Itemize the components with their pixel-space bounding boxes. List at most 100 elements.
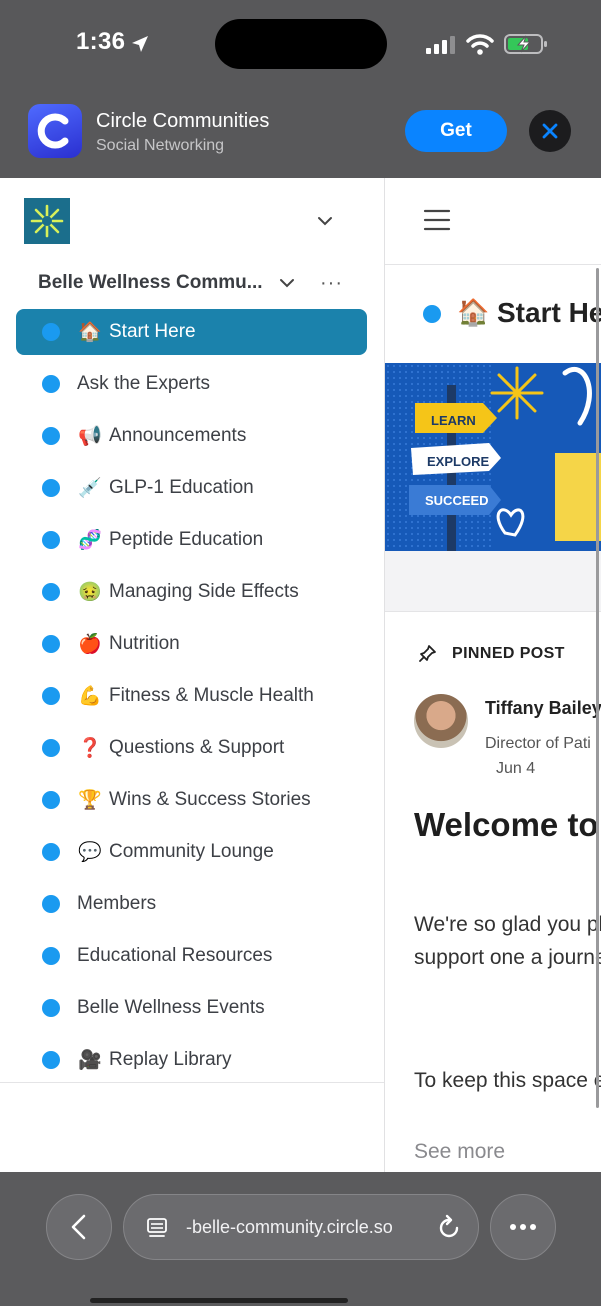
sidebar: Belle Wellness Commu... ··· 🏠 Start Here A…	[0, 178, 384, 1172]
space-emoji-icon: ❓	[78, 737, 102, 759]
space-dot-icon	[42, 635, 60, 653]
circle-c-icon	[37, 113, 69, 149]
sidebar-item-managing-side-effects[interactable]: 🤢 Managing Side Effects	[16, 569, 367, 615]
sidebar-item-label: Ask the Experts	[77, 373, 211, 394]
sidebar-item-community-lounge[interactable]: 💬 Community Lounge	[16, 829, 367, 875]
sidebar-item-members[interactable]: Members	[16, 881, 367, 927]
chevron-left-icon	[71, 1214, 86, 1240]
sidebar-item-replay-library[interactable]: 🎥 Replay Library	[16, 1037, 367, 1083]
post-body-paragraph-1: We're so glad you place to learn, sha an…	[414, 913, 601, 969]
sidebar-item-nutrition[interactable]: 🍎 Nutrition	[16, 621, 367, 667]
space-emoji-icon: 📢	[78, 425, 102, 447]
sign-explore: EXPLORE	[427, 454, 489, 469]
see-more-link[interactable]: See more	[414, 1140, 505, 1164]
status-bar: 1:36	[0, 0, 601, 88]
battery-charging-icon	[504, 34, 547, 54]
community-more-options-icon[interactable]: ···	[320, 272, 343, 295]
dynamic-island	[215, 19, 387, 69]
space-dot-icon	[42, 427, 60, 445]
space-emoji-icon: 🍎	[78, 633, 102, 655]
author-name[interactable]: Tiffany Bailey	[485, 698, 601, 719]
sidebar-item-belle-wellness-events[interactable]: Belle Wellness Events	[16, 985, 367, 1031]
sidebar-item-ask-the-experts[interactable]: Ask the Experts	[16, 361, 367, 407]
space-dot-icon	[42, 947, 60, 965]
pinned-post-label: PINNED POST	[452, 645, 565, 662]
app-store-banner: Circle Communities Social Networking Get	[0, 88, 601, 178]
house-emoji-icon: 🏠	[457, 298, 490, 328]
sign-learn: LEARN	[431, 413, 476, 428]
sidebar-item-label: Managing Side Effects	[109, 581, 299, 602]
close-icon	[542, 123, 558, 139]
space-dot-icon	[42, 739, 60, 757]
sidebar-item-label: Questions & Support	[109, 737, 285, 758]
community-name[interactable]: Belle Wellness Commu...	[38, 272, 263, 294]
sidebar-item-label: Community Lounge	[109, 841, 274, 862]
sidebar-item-wins-success-stories[interactable]: 🏆 Wins & Success Stories	[16, 777, 367, 823]
close-banner-button[interactable]	[529, 110, 571, 152]
space-dot-icon	[42, 583, 60, 601]
browser-toolbar: -belle-community.circle.so	[0, 1172, 601, 1306]
sign-succeed: SUCCEED	[425, 493, 489, 508]
post-title[interactable]: Welcome to Community	[414, 806, 601, 844]
space-dot-icon	[42, 479, 60, 497]
circle-app-icon[interactable]	[28, 104, 82, 158]
community-logo[interactable]	[24, 198, 70, 244]
sidebar-item-peptide-education[interactable]: 🧬 Peptide Education	[16, 517, 367, 563]
cellular-signal-icon	[426, 36, 455, 54]
hero-banner: LEARN EXPLORE SUCCEED	[385, 363, 601, 551]
get-app-button[interactable]: Get	[405, 110, 507, 152]
community-switcher-chevron-icon[interactable]	[316, 214, 334, 228]
post-divider	[385, 611, 601, 612]
app-name: Circle Communities	[96, 110, 270, 132]
space-dot-icon	[42, 1051, 60, 1069]
main-content: 🏠 Start Here LEARN EXPLORE SUCCEED	[384, 178, 601, 1172]
header-divider	[385, 264, 601, 265]
post-body-paragraph-2: To keep this space everyone, please	[414, 1069, 601, 1092]
author-role: Director of Pati	[485, 735, 591, 752]
app-category: Social Networking	[96, 137, 225, 154]
sidebar-item-label: Replay Library	[109, 1049, 232, 1070]
ellipsis-icon	[510, 1224, 536, 1230]
sidebar-item-questions-support[interactable]: ❓ Questions & Support	[16, 725, 367, 771]
sidebar-item-start-here[interactable]: 🏠 Start Here	[16, 309, 367, 355]
space-dot-icon	[42, 375, 60, 393]
sidebar-item-fitness-muscle-health[interactable]: 💪 Fitness & Muscle Health	[16, 673, 367, 719]
sidebar-item-label: Announcements	[109, 425, 247, 446]
url-text[interactable]: -belle-community.circle.so	[186, 1217, 393, 1238]
spaces-nav: 🏠 Start Here Ask the Experts 📢 Announcements…	[16, 309, 367, 1089]
sidebar-item-label: Nutrition	[109, 633, 180, 654]
sunburst-logo-icon	[30, 204, 64, 238]
space-emoji-icon: 🏠	[78, 321, 102, 343]
sidebar-item-label: Belle Wellness Events	[77, 997, 265, 1018]
space-emoji-icon: 💬	[78, 841, 102, 863]
space-title: Start Here	[497, 297, 601, 328]
sidebar-item-label: Peptide Education	[109, 529, 264, 550]
scrollbar[interactable]	[596, 268, 599, 1108]
space-dot-icon	[42, 323, 60, 341]
back-button[interactable]	[46, 1194, 112, 1260]
sidebar-item-label: GLP-1 Education	[109, 477, 254, 498]
hamburger-menu-icon[interactable]	[423, 208, 451, 232]
location-arrow-icon	[132, 36, 148, 52]
space-dot	[423, 305, 441, 323]
avatar[interactable]	[414, 694, 468, 748]
sidebar-item-label: Members	[77, 893, 157, 914]
space-emoji-icon: 🎥	[78, 1049, 102, 1071]
hero-spacer	[385, 551, 601, 611]
sidebar-item-label: Wins & Success Stories	[109, 789, 311, 810]
space-dot-icon	[42, 791, 60, 809]
sidebar-item-educational-resources[interactable]: Educational Resources	[16, 933, 367, 979]
space-dot-icon	[42, 999, 60, 1017]
sidebar-item-glp-1-education[interactable]: 💉 GLP-1 Education	[16, 465, 367, 511]
page-menu-icon[interactable]	[146, 1217, 168, 1239]
space-dot-icon	[42, 531, 60, 549]
reload-icon[interactable]	[436, 1214, 462, 1242]
post-date: Jun 4	[496, 760, 536, 777]
sidebar-item-announcements[interactable]: 📢 Announcements	[16, 413, 367, 459]
wifi-icon	[466, 34, 494, 55]
more-options-button[interactable]	[490, 1194, 556, 1260]
home-indicator	[90, 1298, 348, 1303]
address-bar[interactable]: -belle-community.circle.so	[123, 1194, 479, 1260]
community-menu-chevron-icon[interactable]	[279, 276, 295, 290]
space-emoji-icon: 💉	[78, 477, 102, 499]
